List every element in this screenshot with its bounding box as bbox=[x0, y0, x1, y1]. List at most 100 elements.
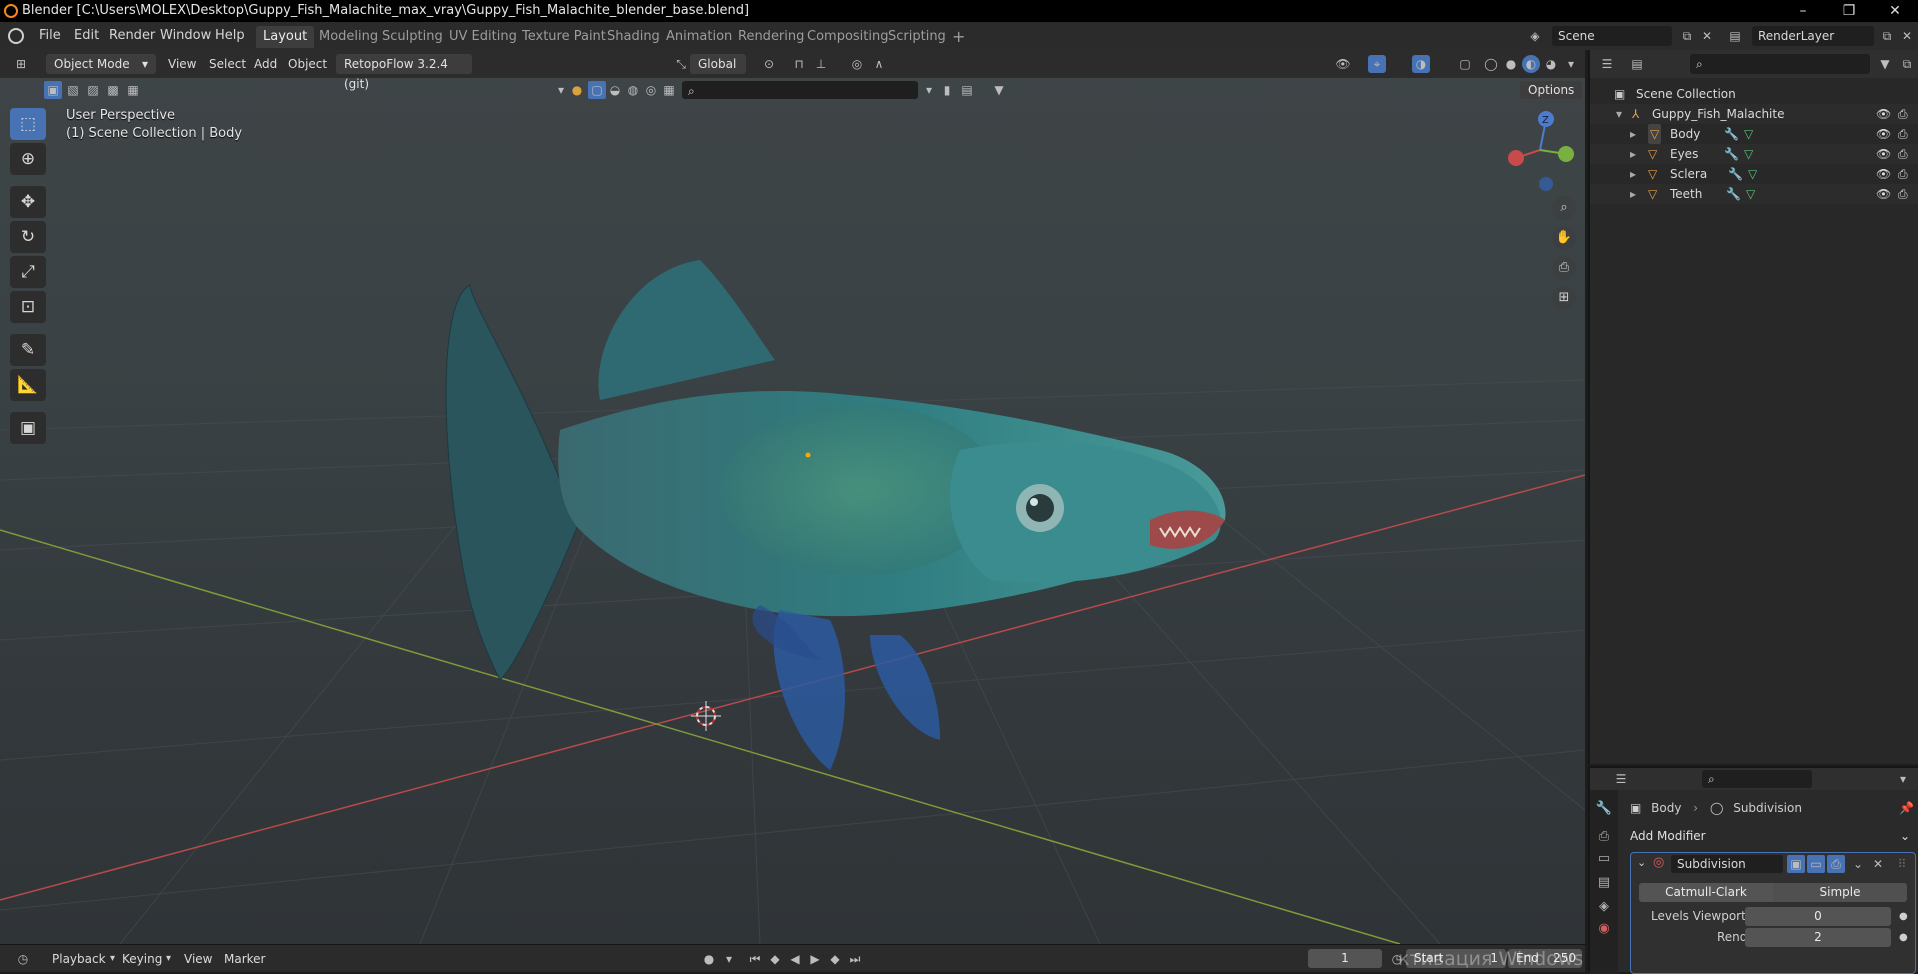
viewport-menu-object[interactable]: Object bbox=[288, 54, 327, 74]
outliner-item-sclera[interactable]: ▸ ▽ Sclera 🔧 ▽ 👁 ⎙ bbox=[1590, 164, 1918, 184]
world-tab-icon[interactable]: ◉ bbox=[1594, 918, 1614, 940]
pan-hand-icon[interactable]: ✋ bbox=[1552, 226, 1576, 250]
scene-name-field[interactable]: Scene bbox=[1552, 26, 1672, 46]
options-dropdown[interactable]: Options bbox=[1520, 81, 1582, 99]
snap-target-icon[interactable]: ⊥ bbox=[812, 55, 830, 73]
tab-sculpting[interactable]: Sculpting bbox=[375, 26, 450, 48]
tab-shading[interactable]: Shading bbox=[600, 26, 667, 48]
material-shading-icon[interactable]: ◐ bbox=[1522, 55, 1540, 73]
tool-tab-icon[interactable]: 🔧 bbox=[1594, 798, 1614, 820]
camera-view-icon[interactable]: ⎙ bbox=[1552, 256, 1576, 280]
shading-options-icon[interactable]: ▾ bbox=[1562, 55, 1580, 73]
start-frame-field[interactable]: Start 1 bbox=[1406, 949, 1506, 968]
render-camera-icon[interactable]: ⎙ bbox=[1898, 164, 1908, 184]
modifier-name-field[interactable]: Subdivision bbox=[1671, 855, 1783, 873]
mesh-data-icon[interactable]: ▽ bbox=[1748, 164, 1757, 184]
select-new-icon[interactable]: ▣ bbox=[44, 81, 62, 99]
catmull-clark-button[interactable]: Catmull-Clark bbox=[1639, 883, 1773, 902]
layout-icon[interactable]: ▤ bbox=[958, 81, 976, 99]
timeline-menu-marker[interactable]: Marker bbox=[224, 949, 265, 969]
end-frame-field[interactable]: End 250 bbox=[1508, 949, 1582, 968]
rotate-tool-icon[interactable]: ↻ bbox=[10, 221, 46, 253]
prev-keyframe-icon[interactable]: ◆ bbox=[766, 950, 784, 968]
eye-icon[interactable]: 👁 bbox=[1876, 184, 1891, 204]
3d-viewport[interactable]: Z ⊞ Object Mode ▾ View Select Add Object… bbox=[0, 50, 1585, 944]
viewport-menu-add[interactable]: Add bbox=[254, 54, 277, 74]
mesh-data-icon[interactable]: ▽ bbox=[1744, 124, 1753, 144]
viewport-toggle-icon[interactable]: ▭ bbox=[1807, 855, 1825, 873]
rendered-shading-icon[interactable]: ◕ bbox=[1542, 55, 1560, 73]
menu-file[interactable]: File bbox=[32, 27, 68, 45]
overlay-toggle-icon[interactable]: ◑ bbox=[1412, 55, 1430, 73]
select-box-tool-icon[interactable]: ⬚ bbox=[10, 108, 46, 140]
wireframe-shading-icon[interactable]: ◯ bbox=[1482, 55, 1500, 73]
tab-scripting[interactable]: Scripting bbox=[881, 26, 953, 48]
select-extend-icon[interactable]: ▧ bbox=[64, 81, 82, 99]
blender-menu-icon[interactable] bbox=[8, 28, 24, 44]
viewport-menu-select[interactable]: Select bbox=[209, 54, 246, 74]
current-frame-field[interactable]: 1 bbox=[1308, 949, 1382, 968]
view-layer-field[interactable]: RenderLayer bbox=[1752, 26, 1874, 46]
falloff-icon[interactable]: ∧ bbox=[870, 55, 888, 73]
gizmo-toggle-icon[interactable]: ⌖ bbox=[1368, 55, 1386, 73]
modifier-wrench-icon[interactable]: 🔧 bbox=[1724, 144, 1739, 164]
transform-tool-icon[interactable]: ⊡ bbox=[10, 291, 46, 323]
properties-editor-type-icon[interactable]: ☰ bbox=[1612, 770, 1630, 788]
transform-orientation-selector[interactable]: Global bbox=[690, 54, 746, 74]
tab-uv-editing[interactable]: UV Editing bbox=[442, 26, 524, 48]
perspective-toggle-icon[interactable]: ⊞ bbox=[1552, 286, 1576, 310]
render-camera-icon[interactable]: ⎙ bbox=[1898, 184, 1908, 204]
filter-icon[interactable]: ▼ bbox=[990, 81, 1008, 99]
expand-arrow-icon[interactable]: ▸ bbox=[1630, 164, 1636, 184]
mesh-data-icon[interactable]: ▽ bbox=[1746, 184, 1755, 204]
eye-icon[interactable]: 👁 bbox=[1876, 164, 1891, 184]
box-select-icon[interactable]: ▢ bbox=[588, 81, 606, 99]
keyframe-dot-icon[interactable]: ● bbox=[1899, 907, 1908, 926]
scene-tab-icon[interactable]: ◈ bbox=[1594, 896, 1614, 918]
measure-tool-icon[interactable]: 📐 bbox=[10, 369, 46, 401]
search-options-icon[interactable]: ▾ bbox=[920, 81, 938, 99]
properties-search-input[interactable]: ⌕ bbox=[1702, 770, 1812, 788]
preview-range-icon[interactable]: ◷ bbox=[1388, 950, 1406, 968]
mode-selector[interactable]: Object Mode ▾ bbox=[46, 54, 156, 74]
cursor-tool-icon[interactable]: ⊕ bbox=[10, 143, 46, 175]
add-cube-tool-icon[interactable]: ▣ bbox=[10, 412, 46, 444]
select-intersect-icon[interactable]: ▦ bbox=[124, 81, 142, 99]
proportional-edit-icon[interactable]: ◎ bbox=[848, 55, 866, 73]
properties-options-icon[interactable]: ▾ bbox=[1894, 770, 1912, 788]
tab-layout[interactable]: Layout bbox=[256, 26, 315, 48]
add-workspace-button[interactable]: + bbox=[945, 26, 972, 48]
eye-icon[interactable]: 👁 bbox=[1876, 124, 1891, 144]
timeline-menu-view[interactable]: View bbox=[184, 949, 212, 969]
new-collection-icon[interactable]: ⧉ bbox=[1898, 55, 1916, 73]
record-keyframe-icon[interactable]: ● bbox=[700, 950, 718, 968]
outliner-root-row[interactable]: ▣ Scene Collection bbox=[1590, 84, 1918, 104]
jump-start-icon[interactable]: ⏮ bbox=[746, 950, 764, 968]
play-icon[interactable]: ▶ bbox=[806, 950, 824, 968]
display-mode-icon[interactable]: ▤ bbox=[1628, 55, 1646, 73]
collapse-arrow-icon[interactable]: ⌄ bbox=[1637, 856, 1646, 869]
sphere-icon[interactable]: ◒ bbox=[606, 81, 624, 99]
keyframe-dot-icon[interactable]: ● bbox=[1899, 928, 1908, 947]
render-levels-field[interactable]: 2 bbox=[1745, 928, 1891, 947]
zoom-icon[interactable]: ⌕ bbox=[1552, 196, 1576, 220]
move-tool-icon[interactable]: ✥ bbox=[10, 186, 46, 218]
render-camera-icon[interactable]: ⎙ bbox=[1898, 124, 1908, 144]
pin-icon[interactable]: 📌 bbox=[1899, 798, 1914, 818]
navigation-gizmo[interactable] bbox=[1508, 111, 1574, 191]
editor-type-icon[interactable]: ⊞ bbox=[12, 55, 30, 73]
render-camera-icon[interactable]: ⎙ bbox=[1898, 144, 1908, 164]
outliner-search-input[interactable]: ⌕ bbox=[1690, 54, 1870, 74]
xray-icon[interactable]: ▢ bbox=[1456, 55, 1474, 73]
eye-icon[interactable]: 👁 bbox=[1876, 144, 1891, 164]
snap-icon[interactable]: ⊓ bbox=[790, 55, 808, 73]
tab-texture-paint[interactable]: Texture Paint bbox=[515, 26, 613, 48]
view-layer-tab-icon[interactable]: ▤ bbox=[1594, 872, 1614, 894]
outliner-editor-type-icon[interactable]: ☰ bbox=[1598, 55, 1616, 73]
pivot-point-icon[interactable]: ⊙ bbox=[760, 55, 778, 73]
new-view-layer-icon[interactable]: ⧉ bbox=[1878, 27, 1896, 45]
timeline-menu-keying[interactable]: Keying bbox=[122, 949, 162, 969]
next-keyframe-icon[interactable]: ◆ bbox=[826, 950, 844, 968]
bookmark-icon[interactable]: ▮ bbox=[938, 81, 956, 99]
select-invert-icon[interactable]: ▩ bbox=[104, 81, 122, 99]
